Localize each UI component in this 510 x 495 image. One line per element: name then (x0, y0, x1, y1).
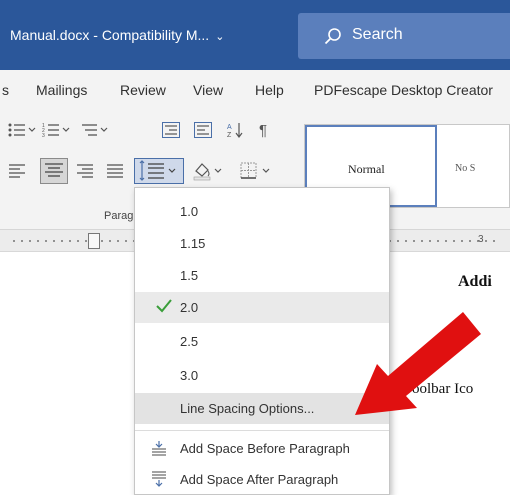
line-spacing-options-item[interactable]: Line Spacing Options... (135, 393, 389, 424)
bullets-icon[interactable] (8, 122, 38, 138)
line-spacing-option-2-0[interactable]: 2.0 (135, 292, 389, 323)
tab-view[interactable]: View (193, 82, 223, 98)
menu-separator (135, 430, 389, 431)
document-title[interactable]: Manual.docx - Compatibility M... ⌄ (10, 27, 224, 43)
paragraph-group-label: Parag (104, 210, 134, 222)
numbering-icon[interactable]: 123 (42, 122, 72, 138)
tab-references[interactable]: s (2, 82, 9, 98)
sort-icon[interactable]: AZ (226, 121, 244, 139)
style-normal-label: Normal (348, 162, 385, 176)
ruler-number: 3 (478, 234, 484, 245)
line-spacing-menu: 1.0 1.15 1.5 2.0 2.5 3.0 Line Spacing Op… (134, 187, 390, 495)
tab-review[interactable]: Review (120, 82, 166, 98)
search-placeholder: Search (352, 26, 403, 43)
search-box[interactable]: Search (298, 13, 510, 59)
decrease-indent-icon[interactable] (162, 122, 180, 138)
svg-text:¶: ¶ (259, 122, 267, 139)
option-label: Add Space Before Paragraph (180, 441, 350, 456)
style-no-spacing[interactable]: No S (455, 163, 475, 174)
indent-marker[interactable] (88, 233, 100, 249)
justify-icon[interactable] (106, 163, 124, 179)
option-label: 2.5 (180, 334, 199, 349)
document-heading: Addi (458, 273, 492, 290)
line-spacing-option-1-5[interactable]: 1.5 (135, 260, 389, 291)
option-label: 3.0 (180, 368, 199, 383)
line-spacing-option-2-5[interactable]: 2.5 (135, 326, 389, 357)
tab-help[interactable]: Help (255, 82, 284, 98)
tab-mailings[interactable]: Mailings (36, 82, 87, 98)
align-right-icon[interactable] (76, 163, 94, 179)
title-bar: Manual.docx - Compatibility M... ⌄ Search (0, 0, 510, 70)
option-label: Line Spacing Options... (180, 401, 315, 416)
red-arrow-annotation (355, 312, 481, 415)
space-before-icon (152, 441, 166, 456)
document-title-label: Manual.docx - Compatibility M... (10, 27, 210, 43)
align-center-icon[interactable] (40, 158, 68, 184)
add-space-before-item[interactable]: Add Space Before Paragraph (135, 433, 389, 464)
line-spacing-option-3-0[interactable]: 3.0 (135, 360, 389, 391)
option-label: 2.0 (180, 300, 199, 315)
svg-text:3: 3 (42, 133, 45, 138)
option-label: 1.5 (180, 268, 199, 283)
add-space-after-item[interactable]: Add Space After Paragraph (135, 464, 389, 495)
borders-icon[interactable] (240, 162, 274, 180)
ribbon-tabs: s Mailings Review View Help PDFescape De… (0, 70, 510, 112)
tab-pdfescape[interactable]: PDFescape Desktop Creator (314, 82, 493, 98)
align-left-icon[interactable] (8, 163, 26, 179)
svg-text:A: A (227, 124, 232, 131)
line-spacing-option-1-15[interactable]: 1.15 (135, 228, 389, 259)
multilevel-list-icon[interactable] (80, 122, 110, 138)
pilcrow-icon[interactable]: ¶ (258, 121, 272, 139)
line-spacing-button[interactable] (134, 158, 184, 184)
line-spacing-option-1-0[interactable]: 1.0 (135, 196, 389, 227)
shading-icon[interactable] (193, 161, 227, 181)
search-icon (324, 28, 341, 45)
option-label: 1.15 (180, 236, 206, 251)
option-label: 1.0 (180, 204, 199, 219)
option-label: Add Space After Paragraph (180, 472, 339, 487)
increase-indent-icon[interactable] (194, 122, 212, 138)
space-after-icon (152, 471, 166, 487)
chevron-down-icon[interactable]: ⌄ (215, 30, 224, 43)
checkmark-icon (156, 299, 172, 313)
svg-text:Z: Z (227, 132, 232, 139)
